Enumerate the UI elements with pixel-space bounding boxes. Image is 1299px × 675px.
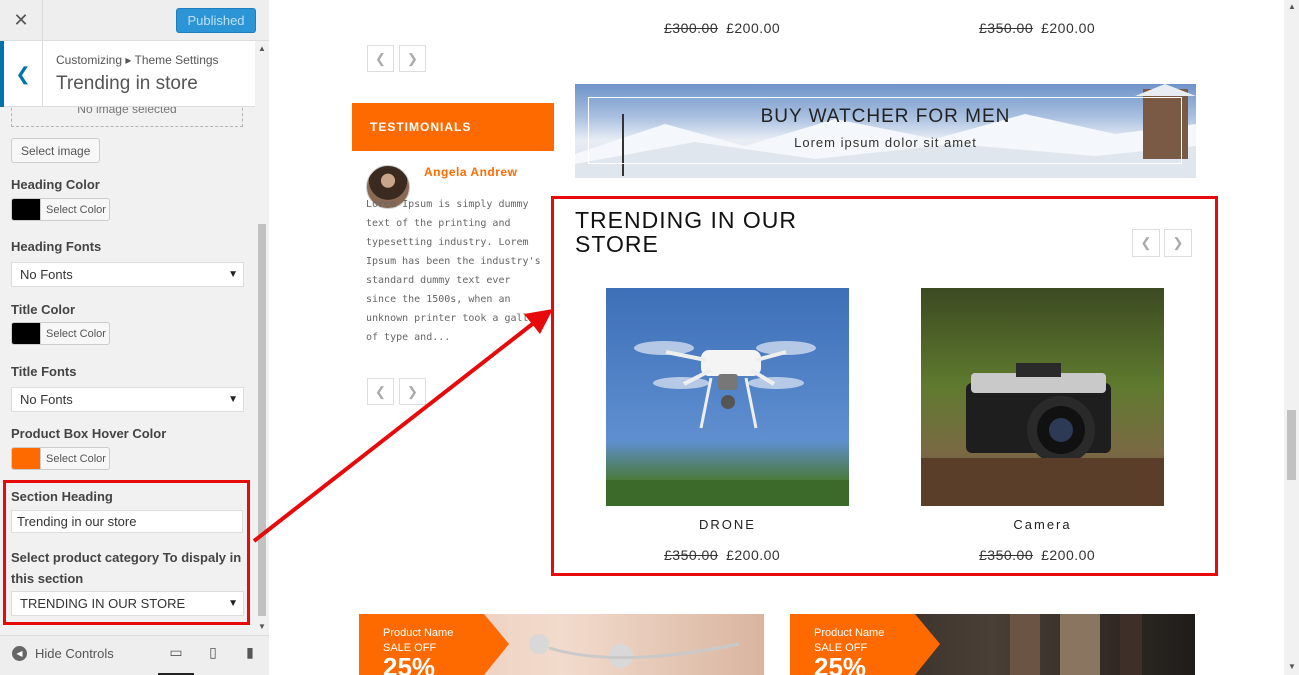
top-price-2: £350.00 £200.00 bbox=[979, 20, 1095, 36]
annotation-box-preview bbox=[551, 196, 1218, 576]
hover-color-picker[interactable]: Select Color bbox=[11, 447, 110, 470]
select-color-text: Select Color bbox=[40, 323, 106, 344]
prev-arrow-icon[interactable]: ❮ bbox=[367, 378, 394, 405]
promo-card[interactable]: Product Name SALE OFF 25% bbox=[359, 614, 764, 675]
dropdown-arrow-icon: ▼ bbox=[228, 394, 238, 405]
color-swatch bbox=[12, 323, 40, 344]
promo-product-name: Product Name bbox=[383, 627, 454, 639]
annotation-box-controls bbox=[3, 480, 250, 625]
banner-title: BUY WATCHER FOR MEN bbox=[760, 106, 1011, 127]
desktop-icon[interactable]: ▭ bbox=[158, 644, 194, 675]
collapse-icon: ◀ bbox=[12, 646, 27, 661]
banner-subtitle: Lorem ipsum dolor sit amet bbox=[794, 135, 977, 150]
scroll-down-icon[interactable]: ▼ bbox=[258, 622, 266, 631]
mobile-icon[interactable]: ▮ bbox=[232, 644, 268, 675]
image-placeholder: No image selected bbox=[11, 107, 243, 127]
heading-fonts-label: Heading Fonts bbox=[11, 239, 102, 254]
promo-product-name: Product Name bbox=[814, 627, 885, 639]
section-header: ❮ Customizing ▸ Theme Settings Trending … bbox=[0, 41, 255, 107]
select-color-text: Select Color bbox=[40, 199, 106, 220]
title-color-picker[interactable]: Select Color bbox=[11, 322, 110, 345]
hide-controls-button[interactable]: ◀ Hide Controls bbox=[12, 646, 114, 661]
close-icon[interactable]: ✕ bbox=[0, 0, 43, 41]
promo-percent: 25% bbox=[383, 652, 436, 675]
promo-tag: Product Name SALE OFF 25% bbox=[790, 614, 940, 675]
promo-percent: 25% bbox=[814, 652, 867, 675]
old-price: £350.00 bbox=[979, 20, 1034, 36]
promo-banner[interactable]: BUY WATCHER FOR MEN Lorem ipsum dolor si… bbox=[575, 84, 1196, 178]
heading-fonts-value: No Fonts bbox=[20, 267, 73, 282]
scroll-down-icon[interactable]: ▼ bbox=[1288, 662, 1296, 671]
scroll-up-icon[interactable]: ▲ bbox=[258, 44, 266, 53]
next-arrow-icon[interactable]: ❯ bbox=[399, 45, 426, 72]
scroll-thumb[interactable] bbox=[258, 224, 266, 616]
color-swatch bbox=[12, 199, 40, 220]
chevron-left-icon: ❮ bbox=[15, 63, 31, 84]
back-button[interactable]: ❮ bbox=[0, 41, 43, 107]
tablet-icon[interactable]: ▯ bbox=[195, 644, 231, 675]
title-color-label: Title Color bbox=[11, 302, 76, 317]
new-price: £200.00 bbox=[1041, 20, 1096, 36]
preview-scrollbar[interactable]: ▲ ▼ bbox=[1284, 0, 1299, 675]
heading-fonts-select[interactable]: No Fonts ▼ bbox=[11, 262, 244, 287]
prev-arrow-icon[interactable]: ❮ bbox=[367, 45, 394, 72]
customizer-footer: ◀ Hide Controls ▭ ▯ ▮ bbox=[0, 635, 269, 675]
dropdown-arrow-icon: ▼ bbox=[228, 269, 238, 280]
color-swatch bbox=[12, 448, 40, 469]
heading-color-label: Heading Color bbox=[11, 177, 100, 192]
scroll-thumb[interactable] bbox=[1287, 410, 1296, 480]
hide-controls-label: Hide Controls bbox=[35, 646, 114, 661]
sidebar-scrollbar[interactable]: ▲ ▼ bbox=[255, 41, 269, 635]
promo-card[interactable]: Product Name SALE OFF 25% bbox=[790, 614, 1195, 675]
heading-color-picker[interactable]: Select Color bbox=[11, 198, 110, 221]
section-title: Trending in store bbox=[56, 73, 198, 94]
breadcrumb: Customizing ▸ Theme Settings bbox=[56, 53, 219, 67]
hover-color-label: Product Box Hover Color bbox=[11, 426, 167, 441]
title-fonts-select[interactable]: No Fonts ▼ bbox=[11, 387, 244, 412]
select-image-button[interactable]: Select image bbox=[11, 138, 101, 163]
old-price: £300.00 bbox=[664, 20, 719, 36]
new-price: £200.00 bbox=[726, 20, 781, 36]
testimonial-text: Lorem Ipsum is simply dummy text of the … bbox=[366, 199, 541, 343]
testimonial-author[interactable]: Angela Andrew bbox=[424, 165, 517, 179]
promo-tag: Product Name SALE OFF 25% bbox=[359, 614, 509, 675]
testimonials-heading: TESTIMONIALS bbox=[352, 103, 554, 151]
title-fonts-value: No Fonts bbox=[20, 392, 73, 407]
top-price-1: £300.00 £200.00 bbox=[664, 20, 780, 36]
publish-button[interactable]: Published bbox=[176, 8, 256, 33]
select-color-text: Select Color bbox=[40, 448, 106, 469]
title-fonts-label: Title Fonts bbox=[11, 364, 77, 379]
customizer-header: ✕ Published bbox=[0, 0, 269, 41]
next-arrow-icon[interactable]: ❯ bbox=[399, 378, 426, 405]
scroll-up-icon[interactable]: ▲ bbox=[1288, 2, 1296, 11]
